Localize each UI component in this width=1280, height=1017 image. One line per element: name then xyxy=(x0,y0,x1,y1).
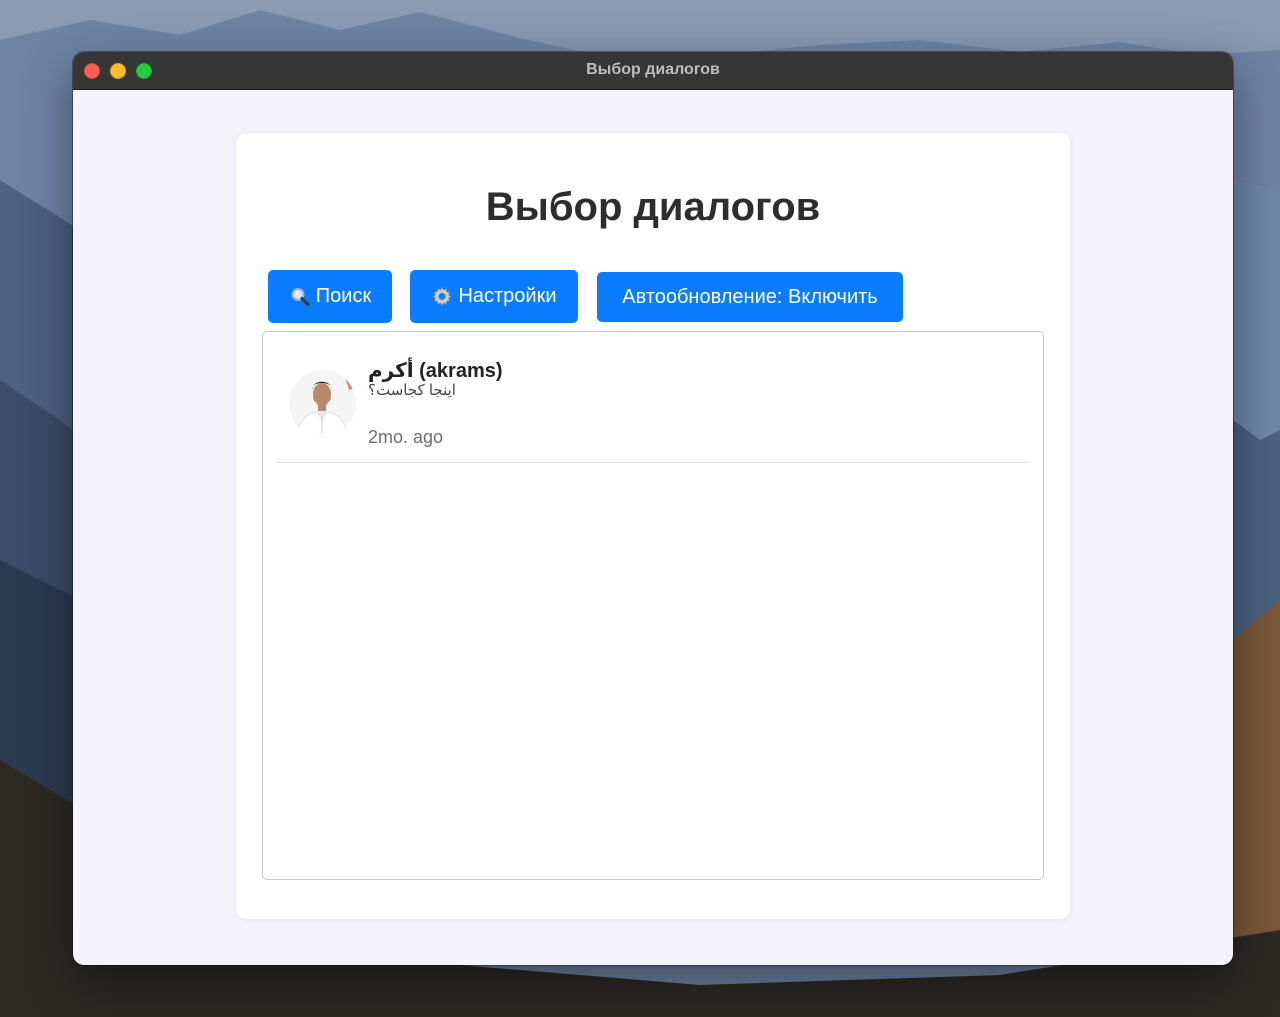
dialog-name: أكرم (akrams) xyxy=(368,360,503,382)
settings-button-label: Настройки xyxy=(458,285,557,307)
magnifier-icon xyxy=(289,286,311,308)
list-item[interactable]: أكرم (akrams) اینجا کجاست؟ 2mo. ago xyxy=(276,332,1030,463)
auto-refresh-label: Автообновление: Включить xyxy=(622,285,878,308)
gear-icon xyxy=(431,286,453,308)
dialog-last-message: اینجا کجاست؟ xyxy=(368,382,456,399)
title-bar: Выбор диалогов xyxy=(73,52,1233,90)
avatar xyxy=(289,370,356,437)
app-window: Выбор диалогов Выбор диалогов Поиск Наст… xyxy=(73,52,1233,965)
page-title: Выбор диалогов xyxy=(485,185,821,229)
window-title: Выбор диалогов xyxy=(586,61,720,78)
search-button[interactable]: Поиск xyxy=(268,270,392,323)
auto-refresh-toggle-button[interactable]: Автообновление: Включить xyxy=(597,272,903,322)
search-button-label: Поиск xyxy=(315,285,372,307)
dialog-list: أكرم (akrams) اینجا کجاست؟ 2mo. ago xyxy=(262,331,1044,880)
dialog-picker-card: Выбор диалогов Поиск Настройки Автообнов… xyxy=(236,133,1070,919)
settings-button[interactable]: Настройки xyxy=(410,270,578,323)
dialog-timestamp: 2mo. ago xyxy=(368,427,444,447)
